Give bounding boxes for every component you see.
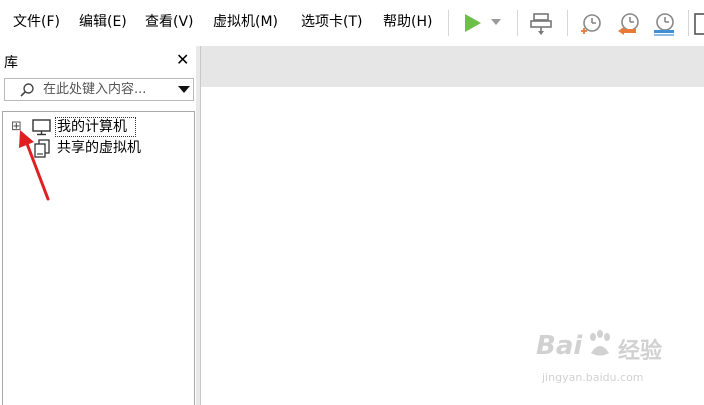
- watermark-brand-cn: 经验: [618, 339, 663, 364]
- close-icon[interactable]: ✕: [176, 51, 189, 69]
- menu-file[interactable]: 文件(F): [13, 12, 60, 32]
- watermark-brand: Bai: [536, 331, 583, 361]
- view-toggle-icon[interactable]: [694, 11, 704, 37]
- snapshot-manager-icon[interactable]: [651, 11, 677, 37]
- toolbar-separator: [688, 10, 689, 36]
- chevron-down-icon[interactable]: [490, 18, 502, 26]
- search-input[interactable]: [43, 81, 167, 97]
- toolbar-separator: [567, 10, 568, 36]
- menubar: 文件(F) 编辑(E) 查看(V) 虚拟机(M) 选项卡(T) 帮助(H): [0, 0, 704, 45]
- play-icon[interactable]: [461, 12, 485, 34]
- snapshot-icon[interactable]: [578, 11, 604, 37]
- watermark-url: jingyan.baidu.com: [542, 371, 644, 384]
- toolbar-separator: [517, 10, 518, 36]
- tree-item-label: 共享的虚拟机: [57, 140, 141, 156]
- revert-snapshot-icon[interactable]: [615, 11, 641, 37]
- menu-tabs[interactable]: 选项卡(T): [301, 12, 362, 32]
- menu-vm[interactable]: 虚拟机(M): [213, 12, 278, 32]
- chevron-down-icon[interactable]: [178, 86, 190, 94]
- menu-view[interactable]: 查看(V): [145, 12, 194, 32]
- tab-strip: [201, 46, 704, 87]
- menu-edit[interactable]: 编辑(E): [79, 12, 127, 32]
- watermark: Bai 经验 jingyan.baidu.com: [536, 325, 676, 395]
- annotation-arrow: [19, 130, 50, 201]
- menu-help[interactable]: 帮助(H): [383, 12, 432, 32]
- library-search[interactable]: [4, 78, 194, 101]
- paw-logo-icon: [590, 330, 610, 356]
- tree-item-label: 我的计算机: [57, 119, 127, 135]
- search-icon: [20, 83, 34, 97]
- toolbar-separator: [448, 10, 449, 36]
- library-title: 库: [4, 55, 18, 71]
- send-ctrl-alt-del-icon[interactable]: [529, 11, 555, 37]
- library-header: 库 ✕: [0, 48, 196, 76]
